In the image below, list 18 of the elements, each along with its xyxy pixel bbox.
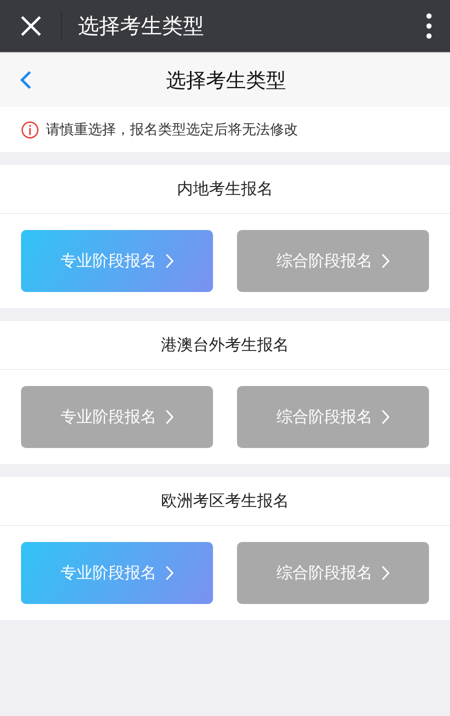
section-title: 内地考生报名 [0,165,450,214]
window-title: 选择考生类型 [78,13,205,40]
chevron-icon [164,565,174,581]
chevron-icon [380,409,390,425]
close-icon[interactable] [20,15,42,37]
chevron-icon [164,409,174,425]
chevron-icon [164,253,174,269]
back-icon[interactable] [20,70,32,90]
register-button[interactable]: 专业阶段报名 [21,230,213,292]
section-title: 港澳台外考生报名 [0,321,450,370]
more-icon[interactable] [426,13,432,39]
notice-text: 请慎重选择，报名类型选定后将无法修改 [46,120,298,138]
section-title: 欧洲考区考生报名 [0,477,450,526]
page-title: 选择考生类型 [165,66,287,94]
chevron-icon [380,253,390,269]
chevron-icon [380,565,390,581]
register-button[interactable]: 专业阶段报名 [21,542,213,604]
info-icon [21,120,39,138]
